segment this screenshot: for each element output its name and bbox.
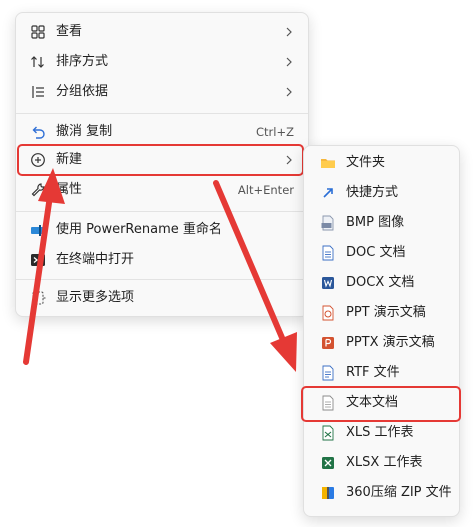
submenu-item-label: 快捷方式 xyxy=(346,185,399,200)
submenu-item-xlsx[interactable]: XLSX 工作表 xyxy=(308,450,455,476)
doc-icon xyxy=(322,245,334,261)
ppt-icon xyxy=(322,305,334,321)
docx-icon xyxy=(322,277,334,289)
chevron-right-icon xyxy=(286,27,292,37)
submenu-item-pptx[interactable]: PPTX 演示文稿 xyxy=(308,330,455,356)
submenu-item-label: XLS 工作表 xyxy=(346,425,414,440)
submenu-item-shortcut[interactable]: 快捷方式 xyxy=(308,180,455,206)
more-options-icon xyxy=(32,291,46,305)
menu-item-label: 查看 xyxy=(56,24,83,39)
submenu-item-label: PPTX 演示文稿 xyxy=(346,335,435,350)
shortcut-label: Alt+Enter xyxy=(237,183,294,197)
chevron-right-icon xyxy=(286,57,292,67)
menu-item-show-more-options[interactable]: 显示更多选项 xyxy=(20,285,304,311)
submenu-item-folder[interactable]: 文件夹 xyxy=(308,150,455,176)
submenu-item-ppt[interactable]: PPT 演示文稿 xyxy=(308,300,455,326)
menu-separator xyxy=(16,211,308,212)
wrench-icon xyxy=(31,183,45,197)
submenu-item-doc[interactable]: DOC 文档 xyxy=(308,240,455,266)
submenu-item-docx[interactable]: DOCX 文档 xyxy=(308,270,455,296)
bmp-icon xyxy=(321,215,334,231)
submenu-item-bmp[interactable]: BMP 图像 xyxy=(308,210,455,236)
submenu-item-label: DOC 文档 xyxy=(346,245,406,260)
powerrename-icon xyxy=(31,225,45,236)
group-by-icon xyxy=(32,86,44,98)
menu-item-open-in-terminal[interactable]: 在终端中打开 xyxy=(20,247,304,273)
xlsx-icon xyxy=(322,457,334,469)
menu-item-label: 排序方式 xyxy=(56,54,109,69)
sort-icon xyxy=(31,56,44,68)
menu-item-label: 撤消 复制 xyxy=(56,124,113,139)
undo-icon xyxy=(32,126,45,139)
zip-icon xyxy=(322,487,334,499)
submenu-item-label: DOCX 文档 xyxy=(346,275,415,290)
menu-item-label: 在终端中打开 xyxy=(56,252,135,267)
submenu-item-rtf[interactable]: RTF 文件 xyxy=(308,360,455,386)
submenu-item-label: 文件夹 xyxy=(346,155,386,170)
menu-separator xyxy=(16,113,308,114)
chevron-right-icon xyxy=(286,87,292,97)
menu-item-powerrename[interactable]: 使用 PowerRename 重命名 xyxy=(20,217,304,243)
text-document-highlight xyxy=(301,386,461,422)
menu-item-label: 使用 PowerRename 重命名 xyxy=(56,222,222,237)
menu-separator xyxy=(16,279,308,280)
submenu-item-label: PPT 演示文稿 xyxy=(346,305,426,320)
menu-item-undo-copy[interactable]: 撤消 复制 Ctrl+Z xyxy=(20,119,304,145)
new-item-highlight xyxy=(17,144,304,176)
submenu-item-label: RTF 文件 xyxy=(346,365,400,380)
menu-item-label: 显示更多选项 xyxy=(56,290,135,305)
rtf-icon xyxy=(322,365,334,381)
menu-item-sort-by[interactable]: 排序方式 xyxy=(20,49,304,75)
submenu-item-label: BMP 图像 xyxy=(346,215,405,230)
terminal-icon xyxy=(31,254,45,266)
grid-view-icon xyxy=(31,25,45,39)
submenu-item-zip[interactable]: 360压缩 ZIP 文件 xyxy=(308,480,455,506)
submenu-item-xls[interactable]: XLS 工作表 xyxy=(308,420,455,446)
xls-icon xyxy=(322,425,334,441)
folder-icon xyxy=(321,159,335,168)
menu-item-label: 属性 xyxy=(56,182,83,197)
menu-item-view[interactable]: 查看 xyxy=(20,19,304,45)
shortcut-label: Ctrl+Z xyxy=(256,125,294,139)
menu-item-group-by[interactable]: 分组依据 xyxy=(20,79,304,105)
submenu-item-label: 360压缩 ZIP 文件 xyxy=(346,485,452,500)
context-menu: 查看 排序方式 分组依据 撤消 复制 Ctrl+Z 新建 属性 Alt+Ente… xyxy=(15,12,309,317)
menu-item-label: 分组依据 xyxy=(56,84,109,99)
submenu-item-label: XLSX 工作表 xyxy=(346,455,423,470)
shortcut-icon xyxy=(323,188,333,198)
pptx-icon xyxy=(322,337,334,349)
new-submenu: 文件夹 快捷方式 BMP 图像 DOC 文档 DOCX 文档 PPT 演示文稿 … xyxy=(301,145,461,517)
menu-item-properties[interactable]: 属性 Alt+Enter xyxy=(20,177,304,203)
